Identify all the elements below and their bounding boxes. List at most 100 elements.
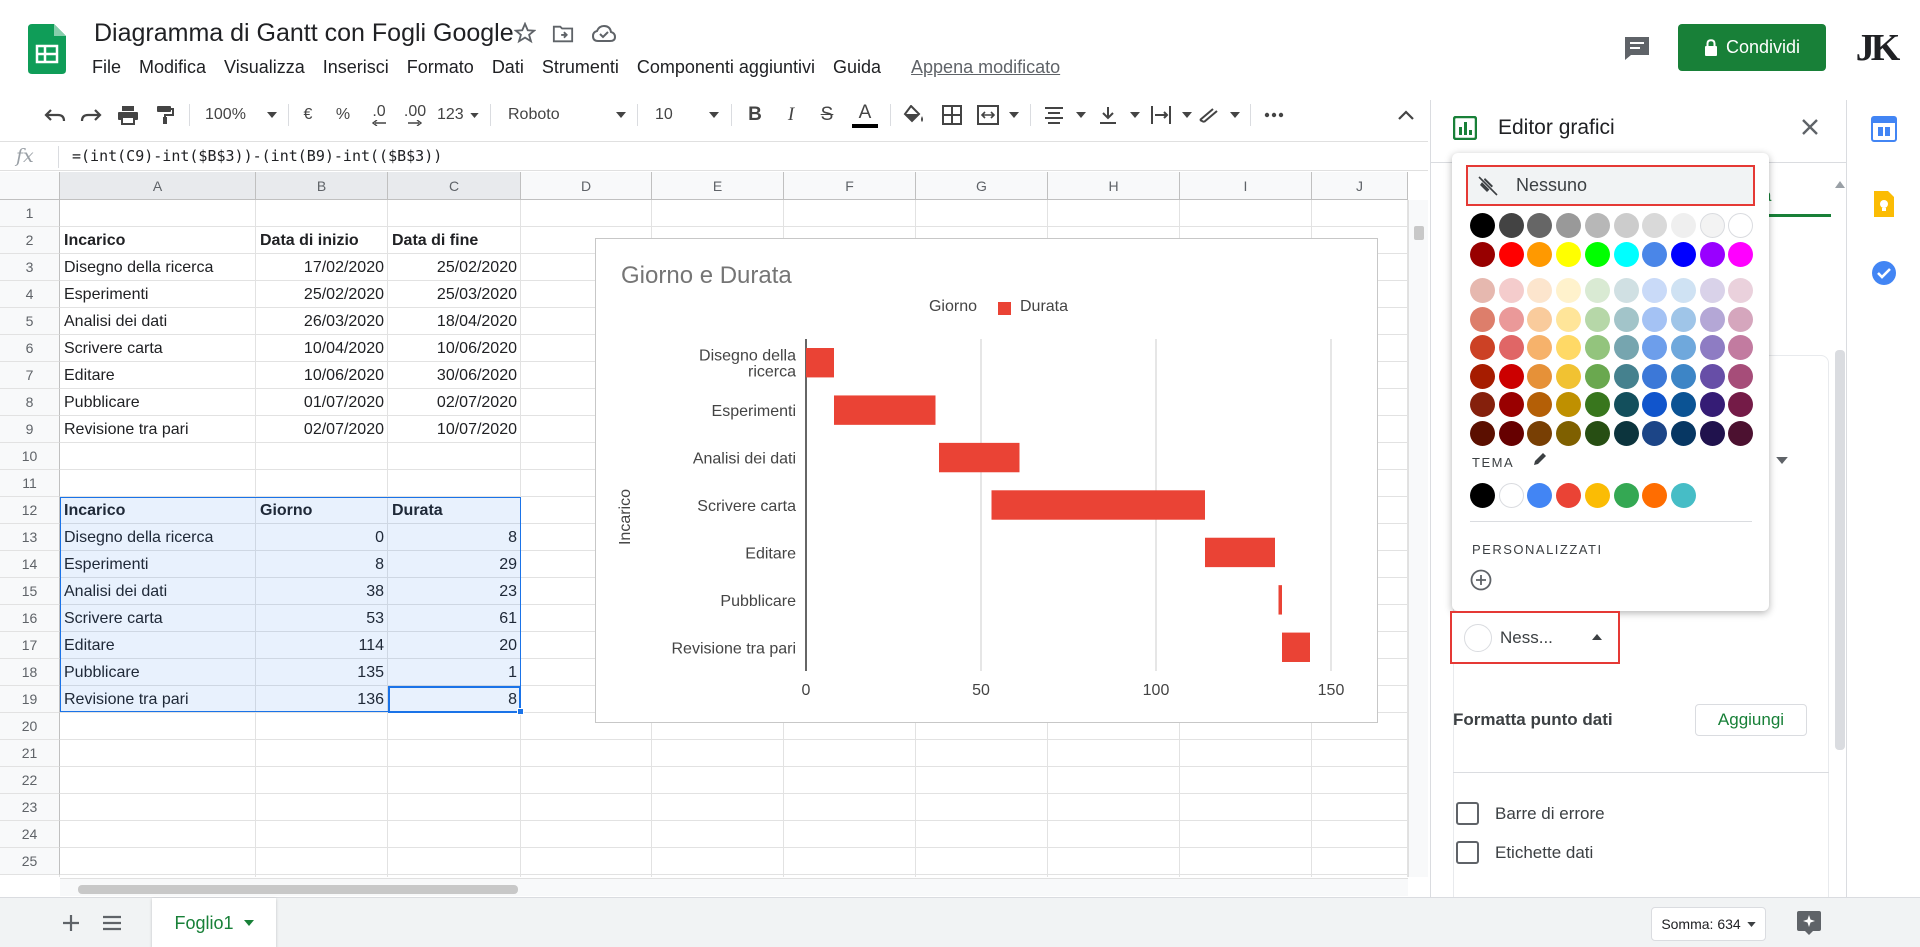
color-swatch[interactable]	[1556, 335, 1582, 360]
color-swatch[interactable]	[1527, 242, 1553, 267]
color-swatch[interactable]	[1498, 363, 1524, 389]
color-swatch[interactable]	[1527, 278, 1553, 303]
percent-format-button[interactable]: %	[333, 100, 353, 130]
color-swatch[interactable]	[1670, 242, 1696, 267]
menu-modifica[interactable]: Modifica	[139, 57, 206, 78]
row-header-3[interactable]: 3	[0, 254, 60, 281]
menu-file[interactable]: File	[92, 57, 121, 78]
bold-button[interactable]: B	[744, 100, 766, 130]
star-icon[interactable]	[514, 22, 536, 44]
color-swatch[interactable]	[1728, 363, 1754, 389]
color-swatch[interactable]	[1613, 392, 1639, 417]
menu-guida[interactable]: Guida	[833, 57, 881, 78]
horizontal-scroll-thumb[interactable]	[78, 885, 518, 894]
sum-indicator[interactable]: Somma: 634	[1651, 907, 1766, 941]
font-family-select[interactable]: Roboto	[508, 100, 626, 130]
color-swatch[interactable]	[1584, 335, 1610, 360]
cell-b5[interactable]: 26/03/2020	[256, 308, 388, 335]
row-header-13[interactable]: 13	[0, 524, 60, 551]
none-color-option[interactable]: Nessuno	[1466, 165, 1755, 206]
column-header-b[interactable]: B	[256, 172, 388, 200]
data-labels-checkbox[interactable]	[1456, 841, 1479, 864]
color-swatch[interactable]	[1642, 306, 1668, 332]
color-swatch[interactable]	[1613, 213, 1639, 238]
menu-visualizza[interactable]: Visualizza	[224, 57, 305, 78]
color-swatch[interactable]	[1527, 306, 1553, 332]
color-swatch[interactable]	[1556, 242, 1582, 267]
undo-icon[interactable]	[42, 100, 68, 130]
color-swatch[interactable]	[1498, 278, 1524, 303]
column-header-i[interactable]: I	[1180, 172, 1312, 200]
row-header-22[interactable]: 22	[0, 767, 60, 794]
color-swatch[interactable]	[1728, 278, 1754, 303]
color-swatch[interactable]	[1642, 213, 1668, 238]
panel-scroll-thumb[interactable]	[1835, 350, 1845, 750]
color-swatch[interactable]	[1498, 242, 1524, 267]
column-header-g[interactable]: G	[916, 172, 1048, 200]
formula-input[interactable]: =(int(C9)-int($B$3))-(int(B9)-int(($B$3)…	[72, 147, 442, 165]
theme-color-swatch[interactable]	[1670, 483, 1696, 508]
color-swatch[interactable]	[1670, 213, 1696, 238]
text-rotation-icon[interactable]	[1198, 100, 1240, 130]
color-swatch[interactable]	[1527, 213, 1553, 238]
scroll-up-icon[interactable]	[1835, 180, 1845, 188]
cell-a5[interactable]: Analisi dei dati	[60, 308, 256, 335]
column-header-c[interactable]: C	[388, 172, 521, 200]
color-swatch[interactable]	[1470, 213, 1495, 238]
sheets-logo-icon[interactable]	[28, 24, 66, 74]
menu-strumenti[interactable]: Strumenti	[542, 57, 619, 78]
color-swatch[interactable]	[1699, 278, 1725, 303]
color-swatch[interactable]	[1556, 278, 1582, 303]
color-swatch[interactable]	[1498, 392, 1524, 417]
cell-a9[interactable]: Revisione tra pari	[60, 416, 256, 443]
color-swatch[interactable]	[1556, 420, 1582, 446]
panel-scrollbar[interactable]	[1833, 180, 1847, 900]
cell-c9[interactable]: 10/07/2020	[388, 416, 521, 443]
row-header-23[interactable]: 23	[0, 794, 60, 821]
add-custom-color-icon[interactable]	[1470, 569, 1492, 591]
cell-c3[interactable]: 25/02/2020	[388, 254, 521, 281]
cell-c5[interactable]: 18/04/2020	[388, 308, 521, 335]
close-icon[interactable]	[1801, 118, 1819, 136]
color-swatch[interactable]	[1498, 213, 1524, 238]
menu-formato[interactable]: Formato	[407, 57, 474, 78]
color-swatch[interactable]	[1699, 213, 1725, 238]
row-header-10[interactable]: 10	[0, 443, 60, 470]
color-swatch[interactable]	[1613, 335, 1639, 360]
strikethrough-button[interactable]: S	[816, 100, 838, 130]
row-header-4[interactable]: 4	[0, 281, 60, 308]
color-swatch[interactable]	[1556, 392, 1582, 417]
cell-c6[interactable]: 10/06/2020	[388, 335, 521, 362]
row-header-19[interactable]: 19	[0, 686, 60, 713]
color-swatch[interactable]	[1470, 306, 1495, 332]
collapse-menu-icon[interactable]	[1394, 100, 1418, 130]
row-header-11[interactable]: 11	[0, 470, 60, 497]
gantt-chart[interactable]: Giorno e Durata Giorno Durata Incarico 0 50 10…	[595, 238, 1378, 723]
decrease-decimals-button[interactable]: .0	[365, 100, 393, 130]
explore-icon[interactable]	[1796, 910, 1822, 936]
row-header-24[interactable]: 24	[0, 821, 60, 848]
color-swatch[interactable]	[1699, 306, 1725, 332]
color-swatch[interactable]	[1584, 392, 1610, 417]
cell-c7[interactable]: 30/06/2020	[388, 362, 521, 389]
caret-down-icon[interactable]	[1776, 457, 1788, 464]
color-swatch[interactable]	[1556, 363, 1582, 389]
paint-format-icon[interactable]	[152, 100, 178, 130]
color-swatch[interactable]	[1728, 242, 1754, 267]
horizontal-scrollbar[interactable]	[60, 878, 1408, 896]
cell-b2[interactable]: Data di inizio	[256, 227, 388, 254]
cell-c2[interactable]: Data di fine	[388, 227, 521, 254]
vertical-scroll-thumb[interactable]	[1414, 226, 1424, 240]
italic-button[interactable]: I	[780, 100, 802, 130]
color-swatch[interactable]	[1613, 363, 1639, 389]
color-swatch[interactable]	[1670, 420, 1696, 446]
borders-icon[interactable]	[940, 100, 964, 130]
color-swatch[interactable]	[1670, 306, 1696, 332]
cell-b3[interactable]: 17/02/2020	[256, 254, 388, 281]
move-folder-icon[interactable]	[552, 24, 574, 44]
color-swatch[interactable]	[1699, 392, 1725, 417]
color-swatch[interactable]	[1584, 242, 1610, 267]
tasks-icon[interactable]	[1871, 260, 1897, 286]
color-swatch[interactable]	[1556, 213, 1582, 238]
row-header-7[interactable]: 7	[0, 362, 60, 389]
